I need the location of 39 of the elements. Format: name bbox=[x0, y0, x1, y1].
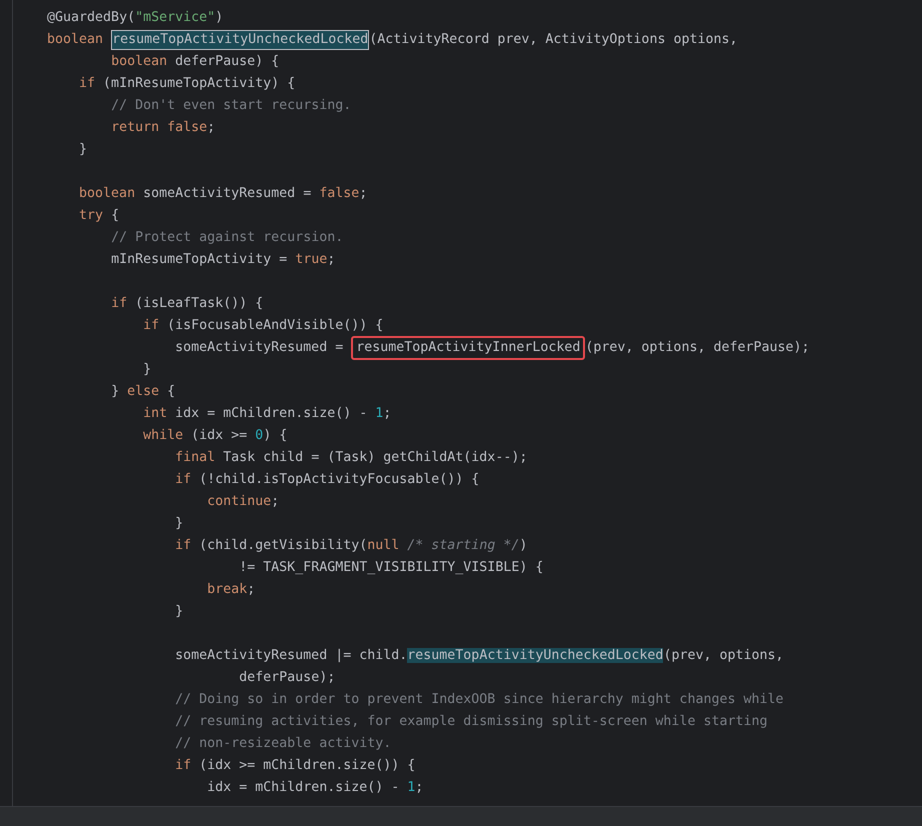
code-text: (ActivityRecord prev, ActivityOptions options, bbox=[369, 32, 738, 47]
code-line: int idx = mChildren.size() - 1; bbox=[143, 406, 392, 421]
selected-method-name: resumeTopActivityUncheckedLocked bbox=[111, 30, 370, 50]
code-line: while (idx >= 0) { bbox=[143, 428, 288, 443]
code-line: // Don't even start recursing. bbox=[111, 98, 352, 113]
code-line: if (isLeafTask()) { bbox=[111, 296, 264, 311]
code-text: (prev, options, bbox=[663, 648, 784, 663]
code-text: someActivityResumed = bbox=[175, 340, 344, 355]
code-line: break; bbox=[207, 582, 256, 597]
code-line: @GuardedBy("mService") bbox=[47, 10, 224, 25]
code-line: } bbox=[175, 604, 184, 619]
code-line: != TASK_FRAGMENT_VISIBILITY_VISIBLE) { bbox=[239, 560, 544, 575]
code-line: } bbox=[79, 142, 88, 157]
code-line: } else { bbox=[111, 384, 176, 399]
code-line: if (!child.isTopActivityFocusable()) { bbox=[175, 472, 480, 487]
code-line: idx = mChildren.size() - 1; bbox=[207, 780, 424, 795]
code-text: someActivityResumed |= child. bbox=[175, 648, 408, 663]
code-line: } bbox=[143, 362, 152, 377]
code-line: // resuming activities, for example dismissing split-screen while starting bbox=[175, 714, 768, 729]
highlighted-usage: resumeTopActivityUncheckedLocked bbox=[407, 648, 664, 663]
code-line: if (idx >= mChildren.size()) { bbox=[175, 758, 416, 773]
code-line: return false; bbox=[111, 120, 216, 135]
code-text: boolean bbox=[47, 32, 104, 47]
code-line: if (mInResumeTopActivity) { bbox=[79, 76, 296, 91]
code-line: if (child.getVisibility(null /* starting */) bbox=[175, 538, 528, 553]
code-line: boolean someActivityResumed = false; bbox=[79, 186, 368, 201]
code-line: mInResumeTopActivity = true; bbox=[111, 252, 336, 267]
marked-method-name: resumeTopActivityInnerLocked bbox=[351, 336, 586, 360]
code-line: boolean deferPause) { bbox=[111, 54, 280, 69]
code-line: continue; bbox=[207, 494, 280, 509]
code-line: try { bbox=[79, 208, 120, 223]
code-line: if (isFocusableAndVisible()) { bbox=[143, 318, 384, 333]
code-line: } bbox=[175, 516, 184, 531]
code-text: (prev, options, deferPause); bbox=[585, 340, 810, 355]
code-line: deferPause); bbox=[239, 670, 336, 685]
code-line: // Protect against recursion. bbox=[111, 230, 344, 245]
code-line: final Task child = (Task) getChildAt(idx--); bbox=[175, 450, 528, 465]
code-line: // non-resizeable activity. bbox=[175, 736, 392, 751]
code-line: // Doing so in order to prevent IndexOOB since hierarchy might changes while bbox=[175, 692, 784, 707]
